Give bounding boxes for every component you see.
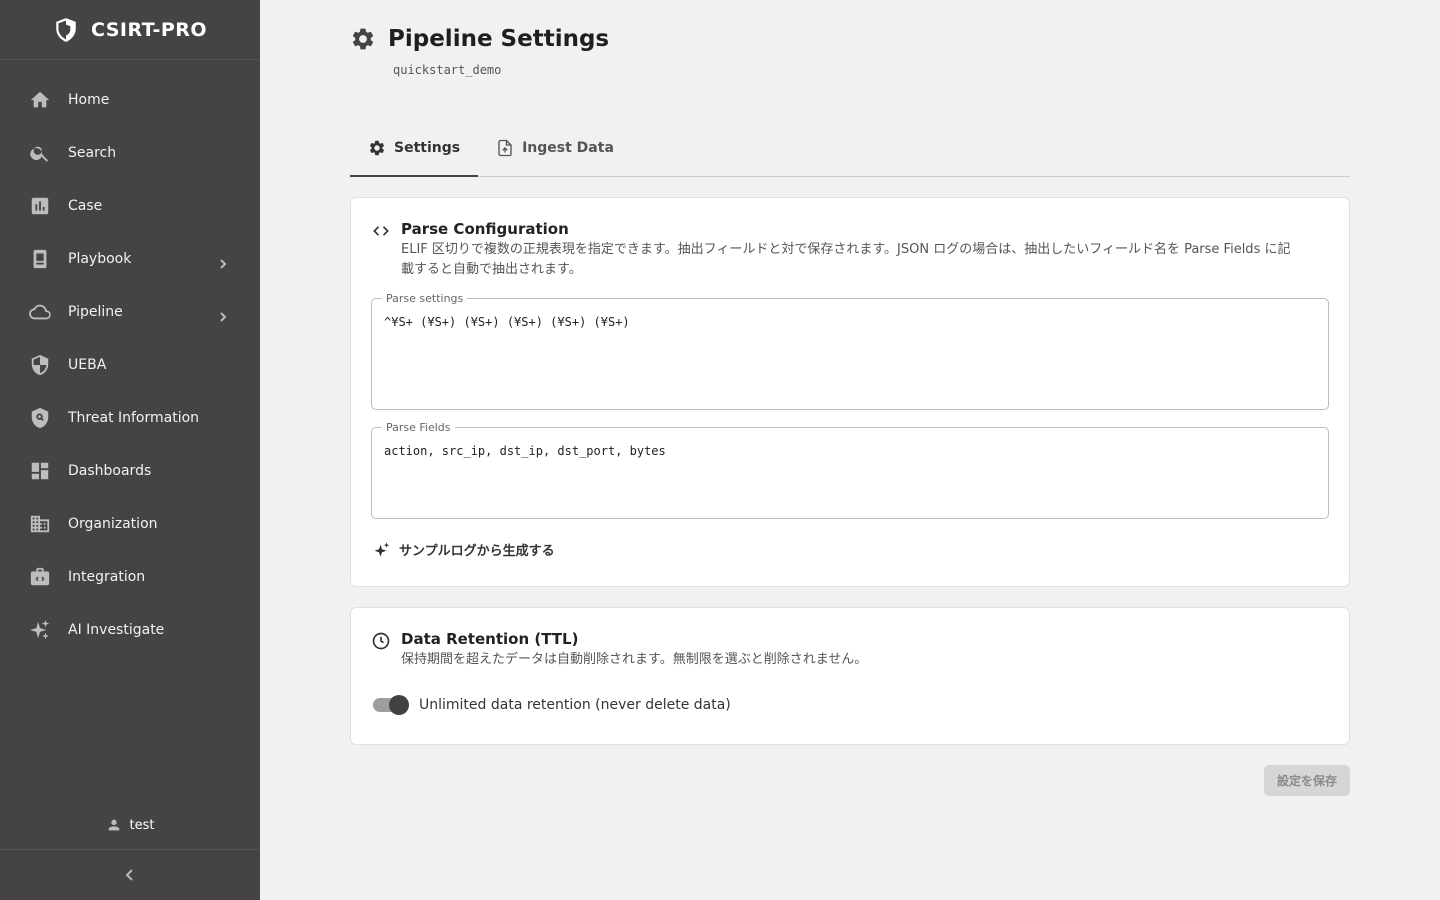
parse-configuration-title: Parse Configuration	[401, 220, 569, 238]
toggle-thumb	[389, 695, 409, 715]
chevron-right-icon[interactable]	[218, 307, 228, 322]
sidebar-item-label: Organization	[68, 515, 158, 532]
shield-logo-icon	[56, 17, 76, 42]
brand[interactable]: CSIRT-PRO	[0, 0, 260, 60]
sidebar-item-search[interactable]: Search	[0, 126, 260, 179]
sidebar-item-label: Case	[68, 197, 103, 214]
chart-icon	[28, 194, 52, 218]
home-icon	[28, 88, 52, 112]
save-settings-button[interactable]: 設定を保存	[1264, 765, 1350, 796]
gear-icon	[369, 140, 385, 156]
tab-label: Ingest Data	[522, 140, 614, 156]
sidebar-item-threat-information[interactable]: Threat Information	[0, 391, 260, 444]
sidebar-item-label: Pipeline	[68, 303, 123, 320]
gear-icon	[352, 28, 374, 50]
pipeline-name: quickstart_demo	[393, 63, 502, 77]
shield-icon	[28, 353, 52, 377]
parse-fields-label: Parse Fields	[382, 421, 455, 434]
parse-fields-field[interactable]: Parse Fields action, src_ip, dst_ip, dst…	[371, 421, 1329, 519]
sidebar-item-home[interactable]: Home	[0, 73, 260, 126]
shield-search-icon	[28, 406, 52, 430]
parse-settings-field[interactable]: Parse settings ^¥S+ (¥S+) (¥S+) (¥S+) (¥…	[371, 292, 1329, 410]
generate-from-sample-label: サンプルログから生成する	[399, 544, 555, 559]
sidebar-item-label: Integration	[68, 568, 146, 585]
tab-bar: Settings Ingest Data	[350, 120, 1350, 177]
user-name: test	[129, 817, 155, 833]
sparkle-icon	[374, 542, 390, 557]
sidebar-item-ueba[interactable]: UEBA	[0, 338, 260, 391]
collapse-sidebar-button[interactable]	[0, 849, 260, 900]
parse-configuration-header: Parse Configuration ELIF 区切りで複数の正規表現を指定で…	[371, 220, 1301, 280]
sidebar-nav: Home Search Case Playbook Pipeline UEBA …	[0, 73, 260, 656]
chevron-left-icon	[125, 869, 133, 881]
clock-icon	[372, 632, 390, 650]
code-icon	[373, 226, 389, 236]
unlimited-retention-toggle-row[interactable]: Unlimited data retention (never delete d…	[371, 694, 731, 716]
sidebar-item-organization[interactable]: Organization	[0, 497, 260, 550]
unlimited-retention-label: Unlimited data retention (never delete d…	[419, 697, 731, 713]
parse-configuration-card: Parse Configuration ELIF 区切りで複数の正規表現を指定で…	[350, 197, 1350, 587]
generate-from-sample-button[interactable]: サンプルログから生成する	[373, 540, 555, 559]
sidebar-item-label: Search	[68, 144, 117, 161]
sidebar-item-label: Playbook	[68, 250, 132, 267]
sidebar-item-label: AI Investigate	[68, 621, 165, 638]
sidebar-item-label: Dashboards	[68, 462, 152, 479]
sidebar-item-label: Threat Information	[68, 409, 200, 426]
data-retention-header: Data Retention (TTL) 保持期間を超えたデータは自動削除されま…	[371, 630, 1301, 670]
tab-label: Settings	[394, 140, 461, 156]
sparkle-icon	[28, 618, 52, 642]
sidebar: CSIRT-PRO Home Search Case Playbook Pipe…	[0, 0, 260, 900]
dashboard-icon	[28, 459, 52, 483]
unlimited-retention-toggle[interactable]	[371, 694, 409, 716]
tab-settings[interactable]: Settings	[350, 120, 479, 177]
sidebar-item-playbook[interactable]: Playbook	[0, 232, 260, 285]
search-icon	[28, 141, 52, 165]
parse-fields-value: action, src_ip, dst_ip, dst_port, bytes	[384, 444, 666, 458]
data-retention-description: 保持期間を超えたデータは自動削除されます。無制限を選ぶと削除されません。	[401, 652, 868, 667]
sidebar-item-ai-investigate[interactable]: AI Investigate	[0, 603, 260, 656]
page-title: Pipeline Settings	[388, 26, 610, 52]
page-header: Pipeline Settings	[350, 26, 609, 52]
parse-configuration-description: ELIF 区切りで複数の正規表現を指定できます。抽出フィールドと対で保存されます…	[401, 242, 1291, 277]
parse-settings-label: Parse settings	[382, 292, 468, 305]
sidebar-item-pipeline[interactable]: Pipeline	[0, 285, 260, 338]
building-icon	[28, 512, 52, 536]
book-icon	[28, 247, 52, 271]
brand-name: CSIRT-PRO	[90, 18, 208, 41]
sidebar-item-case[interactable]: Case	[0, 179, 260, 232]
sidebar-item-label: UEBA	[68, 356, 107, 373]
cloud-icon	[28, 300, 52, 324]
parse-settings-value: ^¥S+ (¥S+) (¥S+) (¥S+) (¥S+) (¥S+)	[384, 315, 630, 329]
tab-ingest-data[interactable]: Ingest Data	[478, 120, 632, 176]
data-retention-card: Data Retention (TTL) 保持期間を超えたデータは自動削除されま…	[350, 607, 1350, 745]
integration-icon	[28, 565, 52, 589]
data-retention-title: Data Retention (TTL)	[401, 630, 579, 648]
sidebar-item-label: Home	[68, 91, 110, 108]
file-upload-icon	[498, 139, 512, 157]
person-icon	[108, 819, 119, 831]
sidebar-item-dashboards[interactable]: Dashboards	[0, 444, 260, 497]
sidebar-item-integration[interactable]: Integration	[0, 550, 260, 603]
user-profile[interactable]: test	[0, 817, 260, 833]
chevron-right-icon[interactable]	[218, 254, 228, 269]
